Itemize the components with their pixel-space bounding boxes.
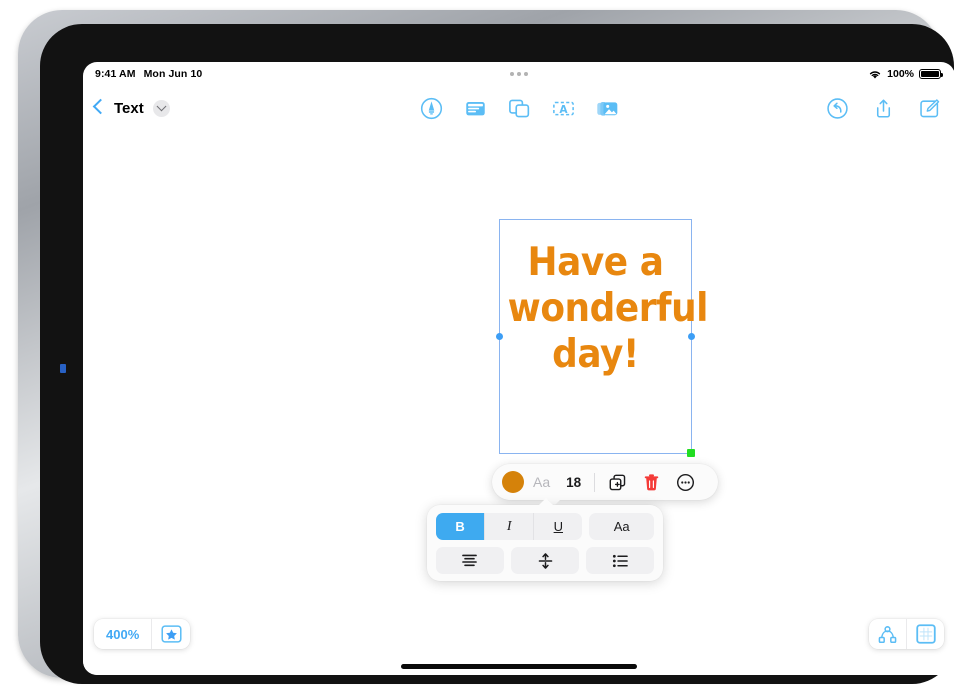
top-toolbar: Text A [83, 86, 955, 130]
svg-text:A: A [559, 103, 568, 115]
line-spacing-button[interactable] [510, 547, 580, 574]
canvas-tools-bar [869, 619, 944, 649]
toolbar-right-group [825, 86, 942, 130]
format-panel-row-2 [436, 547, 655, 574]
text-line: wonderful [507, 286, 709, 332]
shapes-icon[interactable] [507, 96, 532, 121]
offscreen-element-marker [60, 364, 66, 373]
screenshot-root: 9:41 AM Mon Jun 10 100% Text A Have a wo… [0, 0, 958, 692]
text-format-panel: B I U Aa [427, 498, 663, 581]
multitasking-dots-icon[interactable] [510, 72, 528, 76]
share-icon[interactable] [871, 96, 896, 121]
text-line: day! [552, 332, 639, 378]
status-bar-center [83, 72, 955, 76]
line-spacing-icon [538, 552, 552, 569]
wifi-icon [869, 70, 881, 79]
status-bar-right: 100% [868, 68, 944, 80]
nodes-view-button[interactable] [869, 625, 906, 644]
pen-in-circle-icon[interactable] [419, 96, 444, 121]
duplicate-icon[interactable] [608, 473, 627, 492]
canvas-view-button[interactable] [907, 624, 944, 644]
trash-icon[interactable] [642, 473, 661, 492]
document-canvas[interactable]: Have a wonderful day! Aa 18 B I U Aa 400… [83, 130, 955, 675]
format-panel-row-1: B I U Aa [436, 513, 654, 540]
status-bar: 9:41 AM Mon Jun 10 100% [83, 62, 955, 86]
bold-italic-underline-group: B I U [436, 513, 583, 540]
text-line: Have a [527, 240, 664, 285]
favorite-button[interactable] [152, 625, 190, 643]
text-box-content: Have a wonderful day! [507, 240, 709, 378]
font-size-value[interactable]: 18 [566, 475, 581, 490]
star-in-square-icon [161, 625, 182, 643]
note-card-icon[interactable] [463, 96, 488, 121]
compose-pencil-icon[interactable] [917, 96, 942, 121]
undo-arrow-icon[interactable] [825, 96, 850, 121]
font-style-button[interactable]: Aa [589, 513, 654, 540]
panel-pointer [538, 498, 554, 506]
battery-full-icon [919, 68, 944, 80]
underline-button[interactable]: U [534, 513, 583, 540]
photos-icon[interactable] [595, 96, 620, 121]
bold-button[interactable]: B [436, 513, 486, 540]
color-swatch-button[interactable] [502, 471, 524, 493]
resize-handle-bottom-right[interactable] [687, 449, 695, 457]
device-screen: 9:41 AM Mon Jun 10 100% Text A Have a wo… [83, 62, 955, 675]
italic-button[interactable]: I [485, 513, 535, 540]
selected-text-box[interactable]: Have a wonderful day! [496, 219, 709, 457]
resize-handle-right[interactable] [688, 333, 695, 340]
more-ellipsis-circle-icon[interactable] [676, 473, 695, 492]
align-center-button[interactable] [436, 547, 504, 574]
canvas-grid-icon [915, 624, 936, 644]
battery-percent: 100% [887, 68, 914, 80]
font-label[interactable]: Aa [533, 474, 550, 490]
connected-nodes-icon [878, 625, 897, 643]
selection-format-toolbar: Aa 18 [492, 464, 719, 506]
bulleted-list-button[interactable] [586, 547, 655, 574]
align-center-icon [462, 554, 478, 567]
resize-handle-left[interactable] [496, 333, 503, 340]
zoom-control-bar: 400% [94, 619, 191, 649]
toolbar-divider [594, 472, 596, 492]
text-box-icon[interactable]: A [551, 96, 576, 121]
home-indicator [401, 664, 637, 669]
ipad-device-frame: 9:41 AM Mon Jun 10 100% Text A Have a wo… [18, 10, 955, 684]
device-bezel: 9:41 AM Mon Jun 10 100% Text A Have a wo… [40, 24, 955, 684]
zoom-level-value[interactable]: 400% [94, 627, 151, 642]
bulleted-list-icon [612, 554, 628, 567]
